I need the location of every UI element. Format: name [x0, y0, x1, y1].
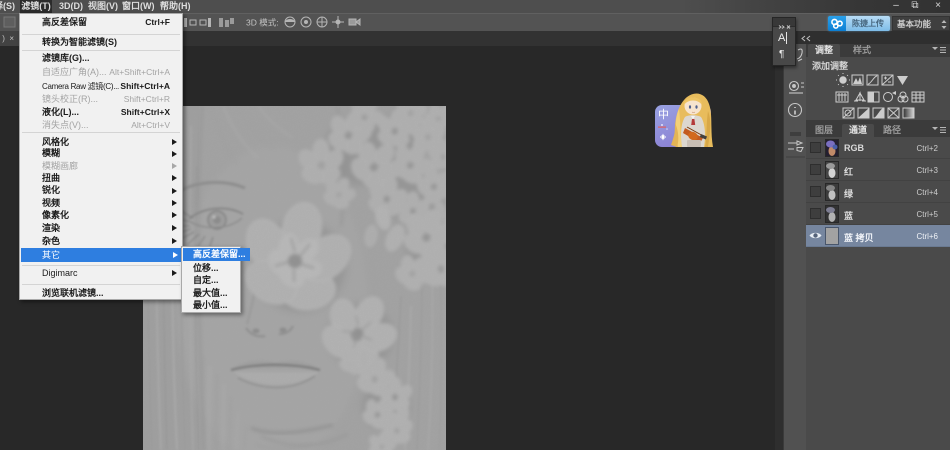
svg-text:3D 模式:: 3D 模式: — [246, 18, 279, 28]
svg-text:中: 中 — [658, 108, 669, 121]
